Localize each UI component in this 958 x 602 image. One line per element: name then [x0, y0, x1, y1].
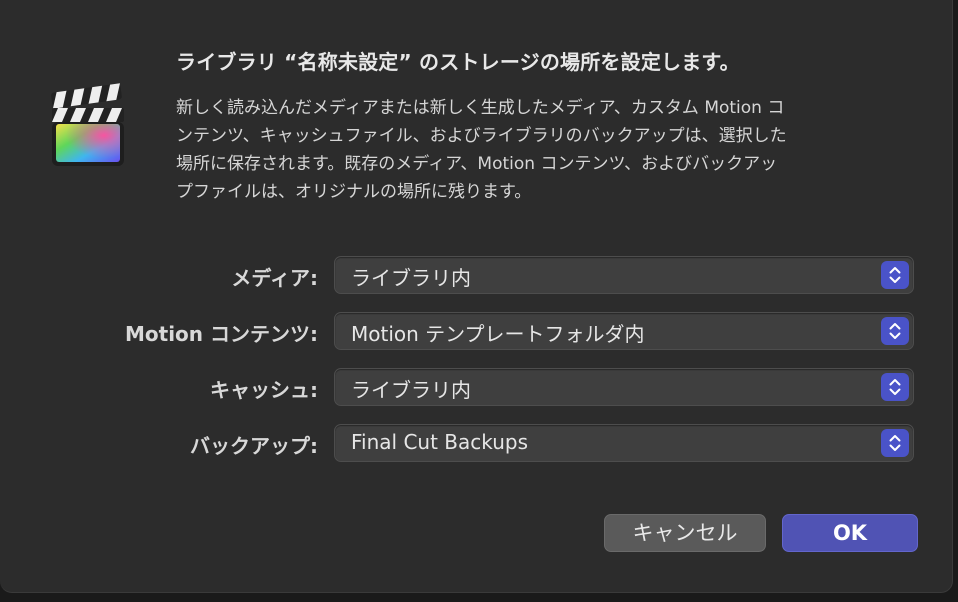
motion-content-label: Motion コンテンツ: [125, 322, 318, 346]
motion-content-popup-value: Motion テンプレートフォルダ内 [351, 322, 645, 346]
media-row: メディア: ライブラリ内 [0, 256, 958, 294]
popup-chevrons-icon [881, 317, 909, 345]
final-cut-pro-icon [48, 82, 128, 168]
media-popup[interactable]: ライブラリ内 [334, 256, 914, 294]
popup-chevrons-icon [881, 261, 909, 289]
dialog-title: ライブラリ “名称未設定” のストレージの場所を設定します。 [176, 50, 740, 74]
cache-row: キャッシュ: ライブラリ内 [0, 368, 958, 406]
popup-chevrons-icon [881, 429, 909, 457]
message-line: 場所に保存されます。既存のメディア、Motion コンテンツ、およびバックアッ [176, 154, 778, 174]
motion-content-popup[interactable]: Motion テンプレートフォルダ内 [334, 312, 914, 350]
cache-popup-value: ライブラリ内 [351, 378, 471, 402]
message-line: ンテンツ、キャッシュファイル、およびライブラリのバックアップは、選択した [176, 126, 787, 146]
backup-popup-value: Final Cut Backups [351, 430, 529, 454]
backup-popup[interactable]: Final Cut Backups [334, 424, 914, 462]
dialog-message: 新しく読み込んだメディアまたは新しく生成したメディア、カスタム Motion コ… [176, 94, 916, 206]
backup-label: バックアップ: [190, 434, 318, 458]
media-popup-value: ライブラリ内 [351, 266, 471, 290]
cache-label: キャッシュ: [210, 378, 318, 402]
storage-location-dialog: ライブラリ “名称未設定” のストレージの場所を設定します。 新しく読み込んだメ… [0, 0, 953, 593]
cancel-button[interactable]: キャンセル [604, 514, 766, 552]
motion-content-row: Motion コンテンツ: Motion テンプレートフォルダ内 [0, 312, 958, 350]
cache-popup[interactable]: ライブラリ内 [334, 368, 914, 406]
ok-button[interactable]: OK [782, 514, 918, 552]
message-line: プファイルは、オリジナルの場所に残ります。 [176, 182, 532, 202]
backup-row: バックアップ: Final Cut Backups [0, 424, 958, 462]
popup-chevrons-icon [881, 373, 909, 401]
media-label: メディア: [231, 266, 318, 290]
message-line: 新しく読み込んだメディアまたは新しく生成したメディア、カスタム Motion コ [176, 98, 785, 118]
